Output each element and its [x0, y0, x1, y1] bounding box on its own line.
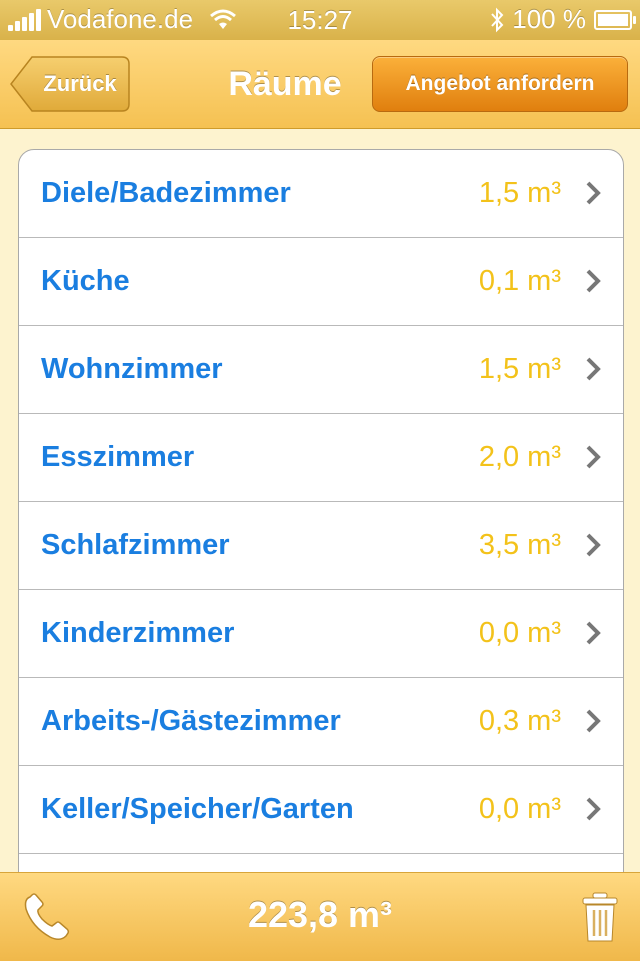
back-button[interactable]: Zurück: [10, 56, 130, 112]
chevron-right-icon: [586, 621, 601, 645]
chevron-right-icon: [586, 269, 601, 293]
room-name: Küche: [41, 265, 130, 297]
room-name: Esszimmer: [41, 441, 195, 473]
chevron-right-icon: [586, 533, 601, 557]
room-volume: 0,0 m³: [478, 617, 561, 649]
room-name: Keller/Speicher/Garten: [41, 793, 354, 825]
back-button-label: Zurück: [43, 71, 117, 96]
list-item[interactable]: [19, 854, 623, 872]
room-volume: 3,5 m³: [478, 529, 561, 561]
room-name: Kinderzimmer: [41, 617, 235, 649]
room-list: Diele/Badezimmer 1,5 m³ Küche 0,1 m³ Woh…: [18, 149, 624, 872]
list-item[interactable]: Keller/Speicher/Garten 0,0 m³: [19, 766, 623, 854]
chevron-right-icon: [586, 181, 601, 205]
navigation-bar: Zurück Räume Angebot anfordern: [0, 40, 640, 129]
list-item[interactable]: Arbeits-/Gästezimmer 0,3 m³: [19, 678, 623, 766]
list-item[interactable]: Wohnzimmer 1,5 m³: [19, 326, 623, 414]
bottom-toolbar: 223,8 m³: [0, 872, 640, 961]
room-list-container: Diele/Badezimmer 1,5 m³ Küche 0,1 m³ Woh…: [0, 129, 640, 872]
room-volume: 2,0 m³: [478, 441, 561, 473]
chevron-right-icon: [586, 357, 601, 381]
room-name: Schlafzimmer: [41, 529, 230, 561]
status-right: 100 %: [490, 4, 636, 35]
request-offer-button[interactable]: Angebot anfordern: [372, 56, 628, 112]
room-name: Wohnzimmer: [41, 353, 223, 385]
battery-icon: [594, 9, 636, 30]
room-volume: 1,5 m³: [478, 353, 561, 385]
room-volume: 1,5 m³: [478, 177, 561, 209]
status-bar: Vodafone.de 15:27 100 %: [0, 0, 640, 40]
list-item[interactable]: Diele/Badezimmer 1,5 m³: [19, 150, 623, 238]
battery-label: 100 %: [512, 4, 586, 34]
bluetooth-icon: [491, 7, 504, 32]
room-volume: 0,1 m³: [478, 265, 561, 297]
chevron-right-icon: [586, 709, 601, 733]
list-item[interactable]: Kinderzimmer 0,0 m³: [19, 590, 623, 678]
trash-icon[interactable]: [580, 891, 620, 943]
chevron-right-icon: [586, 445, 601, 469]
room-volume: 0,3 m³: [478, 705, 561, 737]
list-item[interactable]: Schlafzimmer 3,5 m³: [19, 502, 623, 590]
list-item[interactable]: Küche 0,1 m³: [19, 238, 623, 326]
page-title: Räume: [228, 65, 342, 103]
room-name: Arbeits-/Gästezimmer: [41, 705, 341, 737]
room-volume: 0,0 m³: [478, 793, 561, 825]
chevron-right-icon: [586, 797, 601, 821]
room-name: Diele/Badezimmer: [41, 177, 291, 209]
list-item[interactable]: Esszimmer 2,0 m³: [19, 414, 623, 502]
total-volume: 223,8 m³: [247, 894, 393, 935]
